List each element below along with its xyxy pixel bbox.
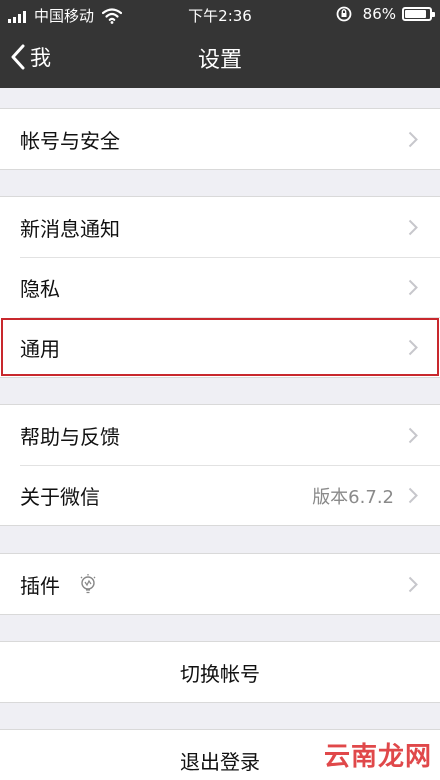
privacy-row[interactable]: 隐私 <box>0 257 440 317</box>
settings-group-about: 帮助与反馈 关于微信 版本6.7.2 <box>0 404 440 526</box>
chevron-right-icon <box>408 339 418 356</box>
general-row[interactable]: 通用 <box>0 317 440 377</box>
about-wechat-row[interactable]: 关于微信 版本6.7.2 <box>0 465 440 525</box>
battery-level <box>405 10 426 18</box>
status-bar: 中国移动 下午2:36 86% <box>0 0 440 30</box>
row-label: 退出登录 <box>180 749 260 774</box>
battery-icon <box>402 7 435 21</box>
navigation-bar: 我 设置 <box>0 30 440 88</box>
row-label: 帮助与反馈 <box>20 424 120 449</box>
help-feedback-row[interactable]: 帮助与反馈 <box>0 405 440 465</box>
header: 中国移动 下午2:36 86% 我 设置 <box>0 0 440 88</box>
settings-group-switch-account: 切换帐号 <box>0 641 440 703</box>
switch-account-button[interactable]: 切换帐号 <box>0 642 440 702</box>
chevron-right-icon <box>408 279 418 296</box>
row-label: 插件 <box>20 573 60 598</box>
row-label: 新消息通知 <box>20 216 120 241</box>
plugin-bulb-icon <box>80 574 96 594</box>
settings-group-notifications: 新消息通知 隐私 通用 <box>0 196 440 378</box>
watermark: 云南龙网 <box>323 742 432 772</box>
row-label: 切换帐号 <box>180 661 260 686</box>
new-message-notification-row[interactable]: 新消息通知 <box>0 197 440 257</box>
row-label: 关于微信 <box>20 484 100 509</box>
page-title: 设置 <box>197 48 242 73</box>
chevron-right-icon <box>408 219 418 236</box>
chevron-right-icon <box>408 576 418 593</box>
version-value: 版本6.7.2 <box>312 487 394 508</box>
account-security-row[interactable]: 帐号与安全 <box>0 109 440 169</box>
chevron-right-icon <box>408 427 418 444</box>
orientation-lock-icon <box>336 6 352 22</box>
battery-percent: 86% <box>362 5 396 23</box>
plugins-row[interactable]: 插件 <box>0 554 440 614</box>
row-label: 通用 <box>20 336 60 361</box>
highlight-box <box>1 318 439 376</box>
row-label: 隐私 <box>20 276 60 301</box>
row-label: 帐号与安全 <box>20 128 120 153</box>
chevron-right-icon <box>408 131 418 148</box>
chevron-right-icon <box>408 487 418 504</box>
settings-group-plugins: 插件 <box>0 553 440 615</box>
settings-group-account: 帐号与安全 <box>0 108 440 170</box>
